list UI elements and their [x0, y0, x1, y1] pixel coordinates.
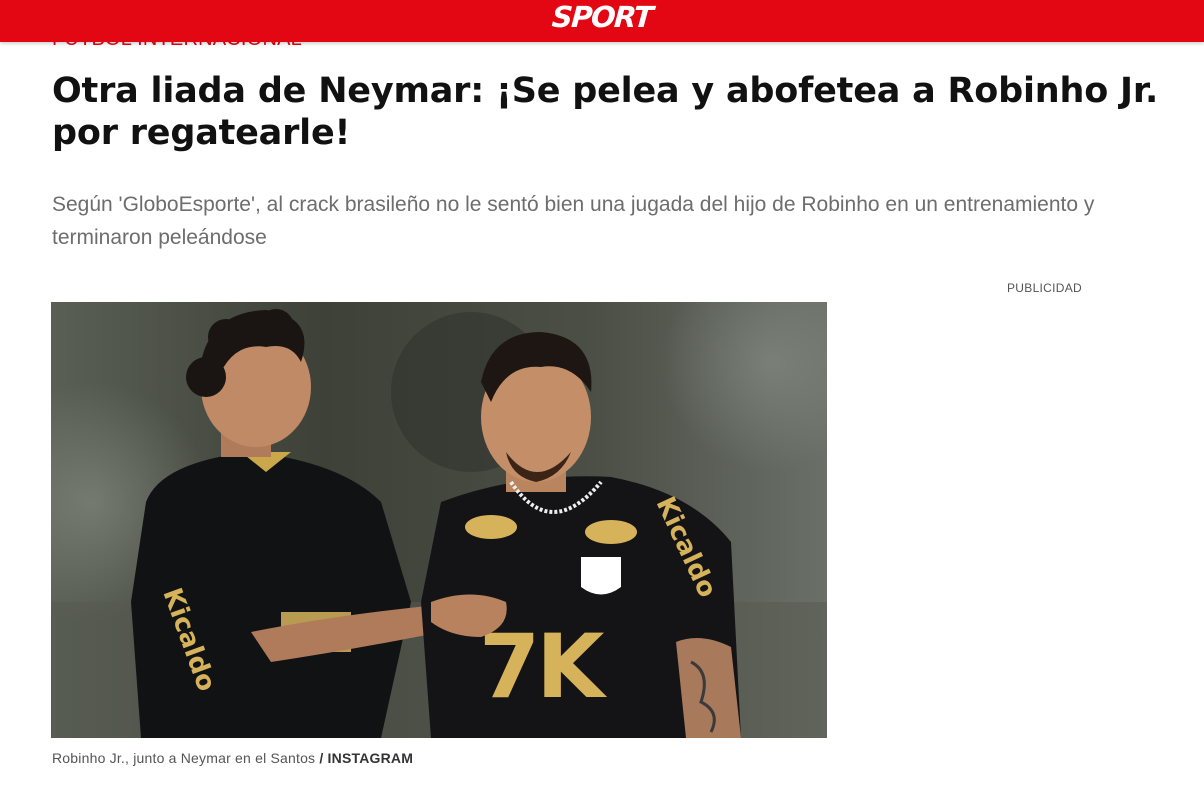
ad-label: PUBLICIDAD: [1007, 281, 1083, 295]
article-subtitle: Según 'GloboEsporte', al crack brasileño…: [52, 193, 1095, 249]
caption-text: Robinho Jr., junto a Neymar en el Santos: [52, 750, 316, 766]
article-headline: Otra liada de Neymar: ¡Se pelea y abofet…: [52, 71, 1159, 153]
top-header-bar: SPORT: [0, 0, 1204, 42]
caption-credit: / INSTAGRAM: [319, 750, 414, 766]
shirt-logo: 7K: [479, 615, 607, 718]
article-photo[interactable]: Kicaldo Kicaldo 7K: [51, 302, 827, 738]
photo-illustration: Kicaldo Kicaldo 7K: [51, 302, 827, 738]
sport-logo[interactable]: SPORT: [0, 0, 1204, 34]
photo-caption: Robinho Jr., junto a Neymar en el Santos…: [52, 750, 413, 766]
